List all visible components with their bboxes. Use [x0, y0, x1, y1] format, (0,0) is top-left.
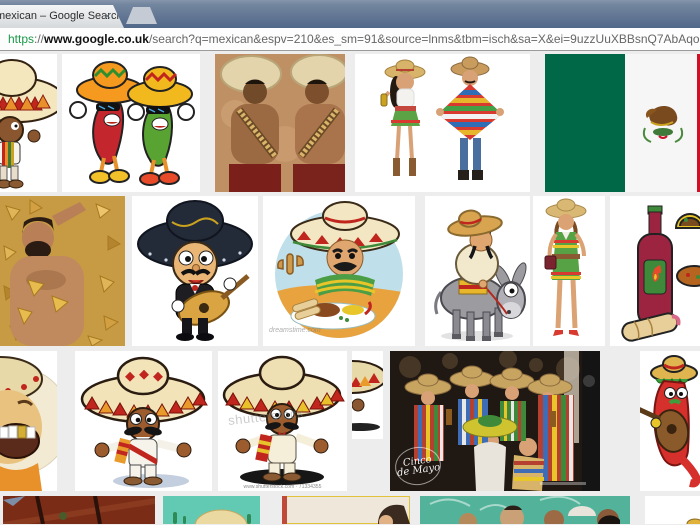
- photo-logo-text: Cinco de Mayo: [395, 454, 441, 478]
- thumbnail-art: [0, 54, 57, 192]
- thumbnail-art: [355, 54, 530, 192]
- image-result[interactable]: [75, 351, 212, 491]
- url-domain: www.google.co.uk: [44, 32, 149, 46]
- image-result[interactable]: shutterstock www.shutterstock.com · 7133…: [218, 351, 347, 491]
- image-result[interactable]: [645, 496, 700, 524]
- image-results-grid: dreamstime.com: [0, 51, 700, 525]
- image-result[interactable]: [425, 196, 530, 346]
- image-result[interactable]: [0, 196, 125, 346]
- toolbar: https://www.google.co.uk/search?q=mexica…: [0, 28, 700, 51]
- image-result[interactable]: dreamstime.com: [263, 196, 415, 346]
- image-result[interactable]: [352, 351, 383, 439]
- watermark-text: dreamstime.com: [269, 327, 321, 334]
- thumbnail-art: [3, 496, 155, 524]
- new-tab-button[interactable]: [126, 7, 157, 24]
- image-result[interactable]: [0, 351, 57, 491]
- image-result[interactable]: [132, 196, 258, 346]
- image-result[interactable]: [420, 496, 630, 524]
- url-path: /search?q=mexican&espv=210&es_sm=91&sour…: [149, 32, 700, 46]
- thumbnail-art: [545, 54, 700, 192]
- thumbnail-art: [132, 196, 258, 346]
- image-result[interactable]: [282, 496, 410, 524]
- image-result[interactable]: [545, 54, 700, 192]
- thumbnail-art: [352, 351, 383, 439]
- image-result[interactable]: [3, 496, 155, 524]
- url-scheme: https: [8, 32, 34, 46]
- thumbnail-art: [215, 54, 345, 192]
- tab-strip: mexican – Google Search ×: [0, 0, 700, 28]
- thumbnail-art: [62, 54, 200, 192]
- thumbnail-art: [282, 496, 410, 524]
- thumbnail-art: [420, 496, 630, 524]
- image-result[interactable]: Cinco de Mayo: [390, 351, 600, 491]
- thumbnail-art: [75, 351, 212, 491]
- browser-window: mexican – Google Search × https://www.go…: [0, 0, 700, 525]
- thumbnail-art: [0, 351, 57, 491]
- address-bar[interactable]: https://www.google.co.uk/search?q=mexica…: [8, 28, 700, 50]
- image-result[interactable]: [163, 496, 260, 524]
- thumbnail-art: [610, 196, 700, 346]
- thumbnail-art: [533, 196, 605, 346]
- image-result[interactable]: [640, 351, 700, 491]
- image-result[interactable]: [533, 196, 605, 346]
- image-result[interactable]: [215, 54, 345, 192]
- image-result[interactable]: [0, 54, 57, 192]
- thumbnail-art: [0, 196, 125, 346]
- watermark-credit: www.shutterstock.com · 71334355: [228, 484, 338, 489]
- image-result[interactable]: [355, 54, 530, 192]
- thumbnail-art: [425, 196, 530, 346]
- image-result[interactable]: [610, 196, 700, 346]
- browser-tab[interactable]: mexican – Google Search ×: [0, 5, 124, 28]
- thumbnail-art: [640, 351, 700, 491]
- thumbnail-art: [645, 496, 700, 524]
- image-result[interactable]: [62, 54, 200, 192]
- thumbnail-art: [163, 496, 260, 524]
- photo-credit: [540, 482, 586, 485]
- url-separator: ://: [34, 32, 44, 46]
- tab-close-icon[interactable]: ×: [104, 9, 111, 23]
- thumbnail-art: [263, 196, 415, 346]
